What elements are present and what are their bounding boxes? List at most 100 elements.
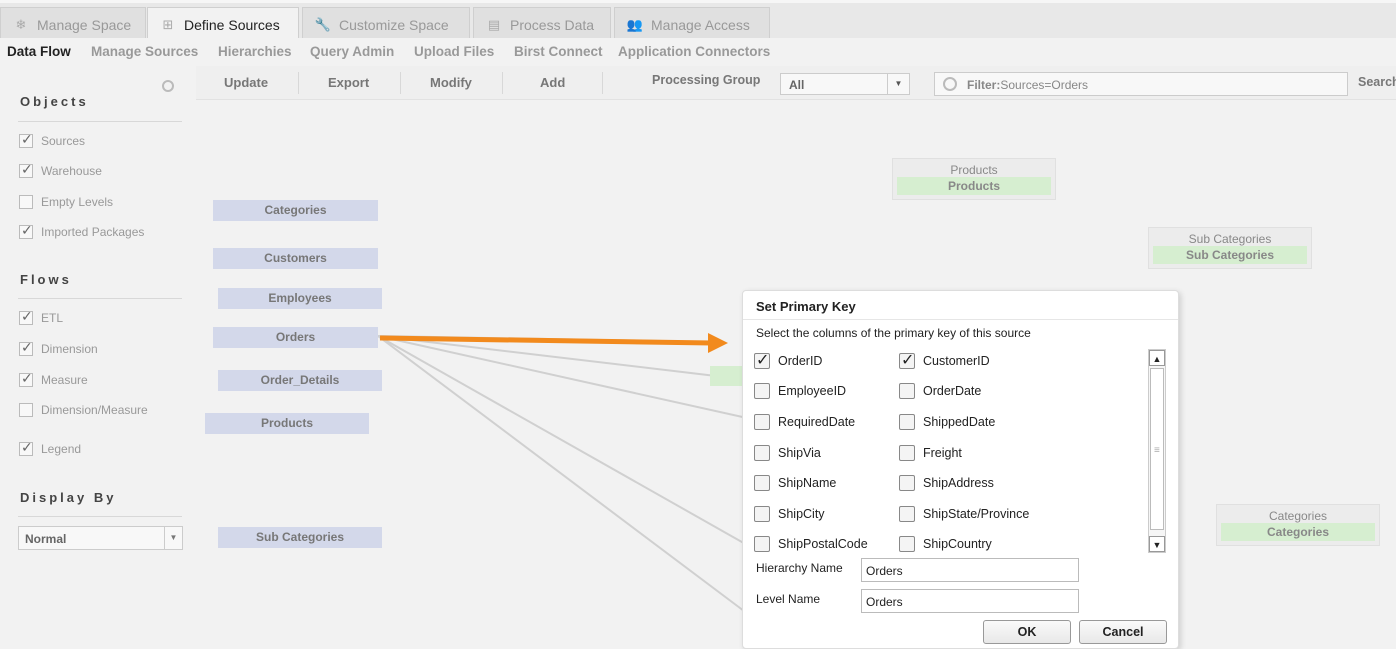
subnav-application-connectors[interactable]: Application Connectors: [618, 44, 770, 59]
cancel-button[interactable]: Cancel: [1079, 620, 1167, 644]
imported-packages-checkbox[interactable]: [19, 222, 33, 239]
column-checkbox[interactable]: [754, 350, 770, 370]
column-option-shipvia[interactable]: ShipVia: [754, 444, 821, 462]
column-option-freight[interactable]: Freight: [899, 444, 962, 462]
orders-warehouse-node[interactable]: [710, 366, 742, 386]
column-checkbox[interactable]: [754, 475, 770, 491]
column-option-requireddate[interactable]: RequiredDate: [754, 413, 855, 431]
column-option-shippeddate[interactable]: ShippedDate: [899, 413, 995, 431]
update-button[interactable]: Update: [224, 75, 268, 90]
column-checkbox[interactable]: [899, 383, 915, 399]
tab-customize-space[interactable]: 🔧 Customize Space: [302, 7, 470, 41]
dimension-measure-checkbox[interactable]: [19, 403, 33, 417]
flows-etl-option[interactable]: ETL: [19, 308, 63, 327]
flows-dimension-measure-option[interactable]: Dimension/Measure: [19, 401, 148, 419]
hierarchy-name-input[interactable]: Orders: [861, 558, 1079, 582]
column-list-scrollbar[interactable]: ▲ ▼: [1148, 349, 1166, 553]
source-node-customers[interactable]: Customers: [213, 248, 378, 269]
tab-define-sources[interactable]: ⊞ Define Sources: [147, 7, 299, 41]
divider: [298, 72, 299, 94]
flows-measure-option[interactable]: Measure: [19, 370, 88, 389]
display-by-select[interactable]: Normal ▼: [18, 526, 183, 550]
column-checkbox[interactable]: [899, 536, 915, 552]
add-button[interactable]: Add: [540, 75, 565, 90]
warehouse-card-products[interactable]: Products Products: [892, 158, 1056, 200]
filter-value: Sources=Orders: [1000, 78, 1089, 92]
scroll-up-icon[interactable]: ▲: [1149, 350, 1165, 366]
subnav-upload-files[interactable]: Upload Files: [414, 44, 494, 59]
column-checkbox[interactable]: [754, 506, 770, 522]
objects-warehouse-option[interactable]: Warehouse: [19, 161, 102, 180]
legend-checkbox[interactable]: [19, 439, 33, 456]
objects-empty-levels-option[interactable]: Empty Levels: [19, 193, 113, 211]
legend-option[interactable]: Legend: [19, 439, 81, 458]
source-node-sub-categories[interactable]: Sub Categories: [218, 527, 382, 548]
column-option-shipaddress[interactable]: ShipAddress: [899, 474, 994, 492]
column-option-shipcity[interactable]: ShipCity: [754, 505, 825, 523]
column-checkbox[interactable]: [899, 414, 915, 430]
source-node-orders[interactable]: Orders: [213, 327, 378, 348]
chevron-down-icon[interactable]: ▼: [164, 527, 182, 549]
objects-imported-packages-option[interactable]: Imported Packages: [19, 222, 144, 241]
search-button[interactable]: Search: [1358, 75, 1396, 89]
tab-manage-space[interactable]: ❄ Manage Space: [0, 7, 146, 41]
column-option-orderid[interactable]: OrderID: [754, 350, 822, 370]
option-label: Warehouse: [41, 164, 102, 178]
source-node-order-details[interactable]: Order_Details: [218, 370, 382, 391]
modify-button[interactable]: Modify: [430, 75, 472, 90]
flows-dimension-option[interactable]: Dimension: [19, 339, 98, 358]
etl-checkbox[interactable]: [19, 308, 33, 325]
warehouse-card-sub-categories[interactable]: Sub Categories Sub Categories: [1148, 227, 1312, 269]
column-checkbox[interactable]: [899, 475, 915, 491]
divider: [18, 298, 182, 299]
column-option-shipcountry[interactable]: ShipCountry: [899, 535, 992, 553]
subnav-birst-connect[interactable]: Birst Connect: [514, 44, 603, 59]
tab-manage-access[interactable]: 👥 Manage Access: [614, 7, 770, 41]
column-checkbox[interactable]: [899, 506, 915, 522]
column-checkbox[interactable]: [754, 536, 770, 552]
subnav-hierarchies[interactable]: Hierarchies: [218, 44, 292, 59]
column-checkbox[interactable]: [899, 350, 915, 370]
column-option-shipstate-province[interactable]: ShipState/Province: [899, 505, 1029, 523]
column-option-shipname[interactable]: ShipName: [754, 474, 836, 492]
processing-group-select[interactable]: All ▼: [780, 73, 910, 95]
column-checkbox[interactable]: [899, 445, 915, 461]
empty-levels-checkbox[interactable]: [19, 195, 33, 209]
chevron-down-icon[interactable]: ▼: [887, 74, 909, 94]
warehouse-checkbox[interactable]: [19, 161, 33, 178]
level-name-label: Level Name: [756, 592, 821, 606]
column-checkbox[interactable]: [754, 445, 770, 461]
processing-group-label: Processing Group: [652, 73, 761, 87]
clear-filter-icon[interactable]: [943, 77, 957, 91]
column-checkbox[interactable]: [754, 414, 770, 430]
subnav-query-admin[interactable]: Query Admin: [310, 44, 394, 59]
column-label: ShippedDate: [923, 415, 996, 429]
source-node-employees[interactable]: Employees: [218, 288, 382, 309]
source-node-categories[interactable]: Categories: [213, 200, 378, 221]
column-option-shippostalcode[interactable]: ShipPostalCode: [754, 535, 868, 553]
column-option-customerid[interactable]: CustomerID: [899, 350, 990, 370]
export-button[interactable]: Export: [328, 75, 369, 90]
table-icon: ⊞: [162, 16, 174, 32]
ok-button[interactable]: OK: [983, 620, 1071, 644]
scroll-down-icon[interactable]: ▼: [1149, 536, 1165, 552]
settings-gear-icon[interactable]: [162, 80, 174, 92]
level-name-input[interactable]: Orders: [861, 589, 1079, 613]
select-value: Normal: [25, 532, 67, 546]
column-option-employeeid[interactable]: EmployeeID: [754, 382, 846, 400]
column-checkbox[interactable]: [754, 383, 770, 399]
measure-checkbox[interactable]: [19, 370, 33, 387]
filter-input[interactable]: Filter:Sources=Orders: [934, 72, 1348, 96]
dimension-checkbox[interactable]: [19, 339, 33, 356]
scrollbar-thumb[interactable]: [1150, 368, 1164, 530]
subnav-data-flow[interactable]: Data Flow: [7, 44, 71, 59]
objects-sources-option[interactable]: Sources: [19, 131, 85, 150]
subnav-manage-sources[interactable]: Manage Sources: [91, 44, 198, 59]
column-option-orderdate[interactable]: OrderDate: [899, 382, 981, 400]
warehouse-card-categories[interactable]: Categories Categories: [1216, 504, 1380, 546]
card-title: Products: [950, 163, 998, 177]
source-node-products[interactable]: Products: [205, 413, 369, 434]
flow-line: [377, 335, 757, 551]
tab-process-data[interactable]: ▤ Process Data: [473, 7, 611, 41]
sources-checkbox[interactable]: [19, 131, 33, 148]
